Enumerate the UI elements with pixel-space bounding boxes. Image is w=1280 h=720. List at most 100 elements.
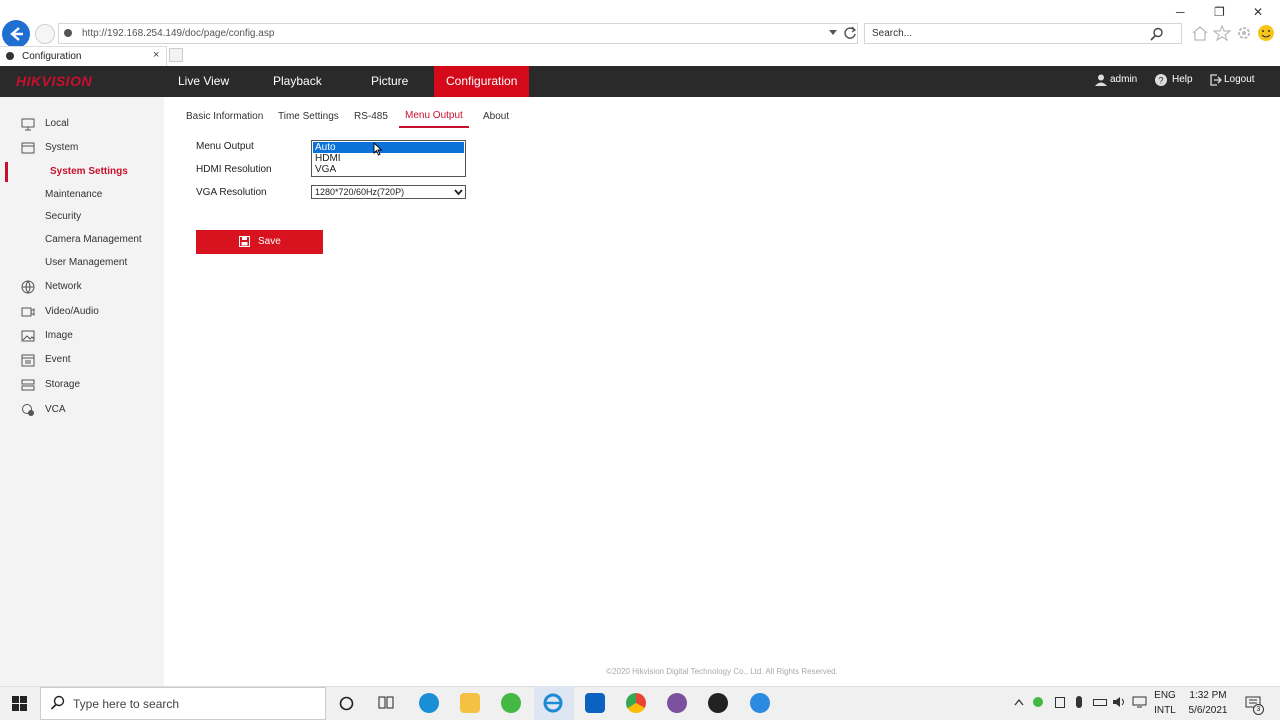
monitor-icon — [21, 118, 35, 131]
clock-date[interactable]: 5/6/2021 — [1180, 705, 1236, 716]
sidebar-item-user-management[interactable]: User Management — [0, 253, 164, 273]
tray-volume-icon[interactable] — [1112, 696, 1126, 708]
globe-icon — [21, 280, 35, 294]
minimize-button[interactable]: ─ — [1176, 5, 1185, 19]
tab-time-settings[interactable]: Time Settings — [278, 111, 339, 122]
option-vga[interactable]: VGA — [313, 164, 464, 175]
tab-basic-information[interactable]: Basic Information — [186, 111, 263, 122]
sidebar-item-event[interactable]: Event — [0, 350, 164, 370]
sidebar-item-system[interactable]: System — [0, 138, 164, 158]
tray-wechat-icon[interactable] — [1033, 697, 1043, 707]
tab-menu-output[interactable]: Menu Output — [405, 110, 463, 121]
tray-chevron-up-icon[interactable] — [1014, 698, 1024, 706]
save-button[interactable]: Save — [196, 230, 323, 254]
menu-output-label: Menu Output — [196, 141, 254, 152]
sidebar-item-label: Local — [45, 118, 69, 129]
sidebar: Local System System Settings Maintenance… — [0, 97, 164, 686]
logout-link[interactable]: Logout — [1224, 74, 1255, 85]
browser-app-icon[interactable] — [750, 693, 770, 713]
wechat-app-icon[interactable] — [501, 693, 521, 713]
tray-microphone-icon[interactable] — [1076, 696, 1082, 708]
notification-count-badge: 3 — [1253, 704, 1264, 715]
copyright-footer: ©2020 Hikvision Digital Technology Co., … — [606, 667, 838, 676]
cortana-icon[interactable] — [339, 696, 354, 711]
site-icon — [64, 29, 72, 37]
sidebar-item-local[interactable]: Local — [0, 114, 164, 134]
user-name[interactable]: admin — [1110, 74, 1137, 85]
chrome-app-icon[interactable] — [626, 693, 646, 713]
sidebar-item-label: Event — [45, 354, 71, 365]
tray-device-icon[interactable] — [1055, 697, 1065, 708]
sidebar-item-label: Storage — [45, 379, 81, 390]
nav-configuration[interactable]: Configuration — [434, 66, 530, 97]
windows-start-icon[interactable] — [12, 696, 27, 711]
file-explorer-icon[interactable] — [460, 693, 480, 713]
sidebar-item-label: Video/Audio — [45, 306, 99, 317]
tab-title[interactable]: Configuration — [22, 51, 81, 62]
arrow-left-icon — [10, 27, 23, 41]
chevron-down-icon — [454, 189, 463, 196]
storage-icon — [21, 379, 35, 391]
sidebar-item-label: VCA — [45, 404, 66, 415]
url-text[interactable]: http://192.168.254.149/doc/page/config.a… — [82, 28, 274, 39]
edge-app-icon[interactable] — [419, 693, 439, 713]
nav-live-view[interactable]: Live View — [166, 66, 241, 97]
sidebar-item-label: System — [45, 142, 79, 153]
sidebar-item-video-audio[interactable]: Video/Audio — [0, 302, 164, 322]
vga-resolution-value: 1280*720/60Hz(720P) — [315, 187, 405, 197]
settings-gear-icon[interactable] — [1236, 25, 1252, 41]
home-icon[interactable] — [1191, 25, 1209, 41]
taskbar-search-placeholder: Type here to search — [73, 697, 180, 711]
clock-time[interactable]: 1:32 PM — [1180, 690, 1236, 701]
sidebar-item-storage[interactable]: Storage — [0, 375, 164, 395]
dropdown-arrow-icon[interactable] — [829, 30, 837, 36]
option-hdmi[interactable]: HDMI — [313, 153, 464, 164]
close-window-button[interactable]: ✕ — [1253, 5, 1263, 19]
outlook-app-icon[interactable] — [585, 693, 605, 713]
sidebar-item-system-settings[interactable]: System Settings — [5, 162, 164, 182]
refresh-icon[interactable] — [843, 26, 857, 40]
tab-about[interactable]: About — [483, 111, 509, 122]
sidebar-item-vca[interactable]: VCA — [0, 400, 164, 420]
search-icon[interactable] — [1150, 27, 1164, 41]
language-indicator-layout[interactable]: INTL — [1150, 705, 1180, 716]
vga-resolution-select[interactable]: 1280*720/60Hz(720P) — [311, 185, 466, 199]
new-tab-button[interactable] — [169, 48, 183, 62]
option-auto[interactable]: Auto — [313, 142, 464, 153]
logout-icon — [1210, 74, 1222, 86]
mouse-cursor-icon — [373, 142, 383, 156]
tray-network-icon[interactable] — [1132, 696, 1147, 708]
sidebar-item-camera-management[interactable]: Camera Management — [0, 230, 164, 250]
nav-picture[interactable]: Picture — [359, 66, 420, 97]
forward-button[interactable] — [35, 24, 55, 44]
viber-app-icon[interactable] — [667, 693, 687, 713]
sidebar-item-maintenance[interactable]: Maintenance — [0, 185, 164, 205]
vga-resolution-label: VGA Resolution — [196, 187, 267, 198]
nav-playback[interactable]: Playback — [261, 66, 334, 97]
internet-explorer-icon[interactable] — [543, 693, 563, 713]
obs-app-icon[interactable] — [708, 693, 728, 713]
task-view-icon[interactable] — [378, 695, 394, 711]
system-icon — [21, 142, 35, 154]
search-icon — [50, 695, 65, 710]
language-indicator-eng[interactable]: ENG — [1150, 690, 1180, 701]
menu-output-dropdown-list[interactable]: Auto HDMI VGA — [311, 140, 466, 177]
tab-close-button[interactable]: × — [153, 49, 159, 61]
sidebar-item-security[interactable]: Security — [0, 207, 164, 227]
tab-favicon-icon — [6, 52, 14, 60]
video-icon — [21, 307, 35, 317]
tab-rs-485[interactable]: RS-485 — [354, 111, 388, 122]
favorites-star-icon[interactable] — [1213, 25, 1231, 41]
sidebar-item-label: Network — [45, 281, 82, 292]
feedback-smiley-icon[interactable] — [1257, 24, 1275, 42]
sidebar-item-label: Security — [45, 211, 82, 222]
help-link[interactable]: Help — [1172, 74, 1193, 85]
help-icon: ? — [1155, 74, 1167, 86]
tray-battery-icon[interactable] — [1093, 699, 1107, 706]
sidebar-item-network[interactable]: Network — [0, 277, 164, 297]
sidebar-item-label: Image — [45, 330, 73, 341]
save-label: Save — [258, 236, 281, 247]
restore-button[interactable]: ❐ — [1214, 5, 1225, 19]
sidebar-item-image[interactable]: Image — [0, 326, 164, 346]
back-button[interactable] — [2, 20, 30, 48]
